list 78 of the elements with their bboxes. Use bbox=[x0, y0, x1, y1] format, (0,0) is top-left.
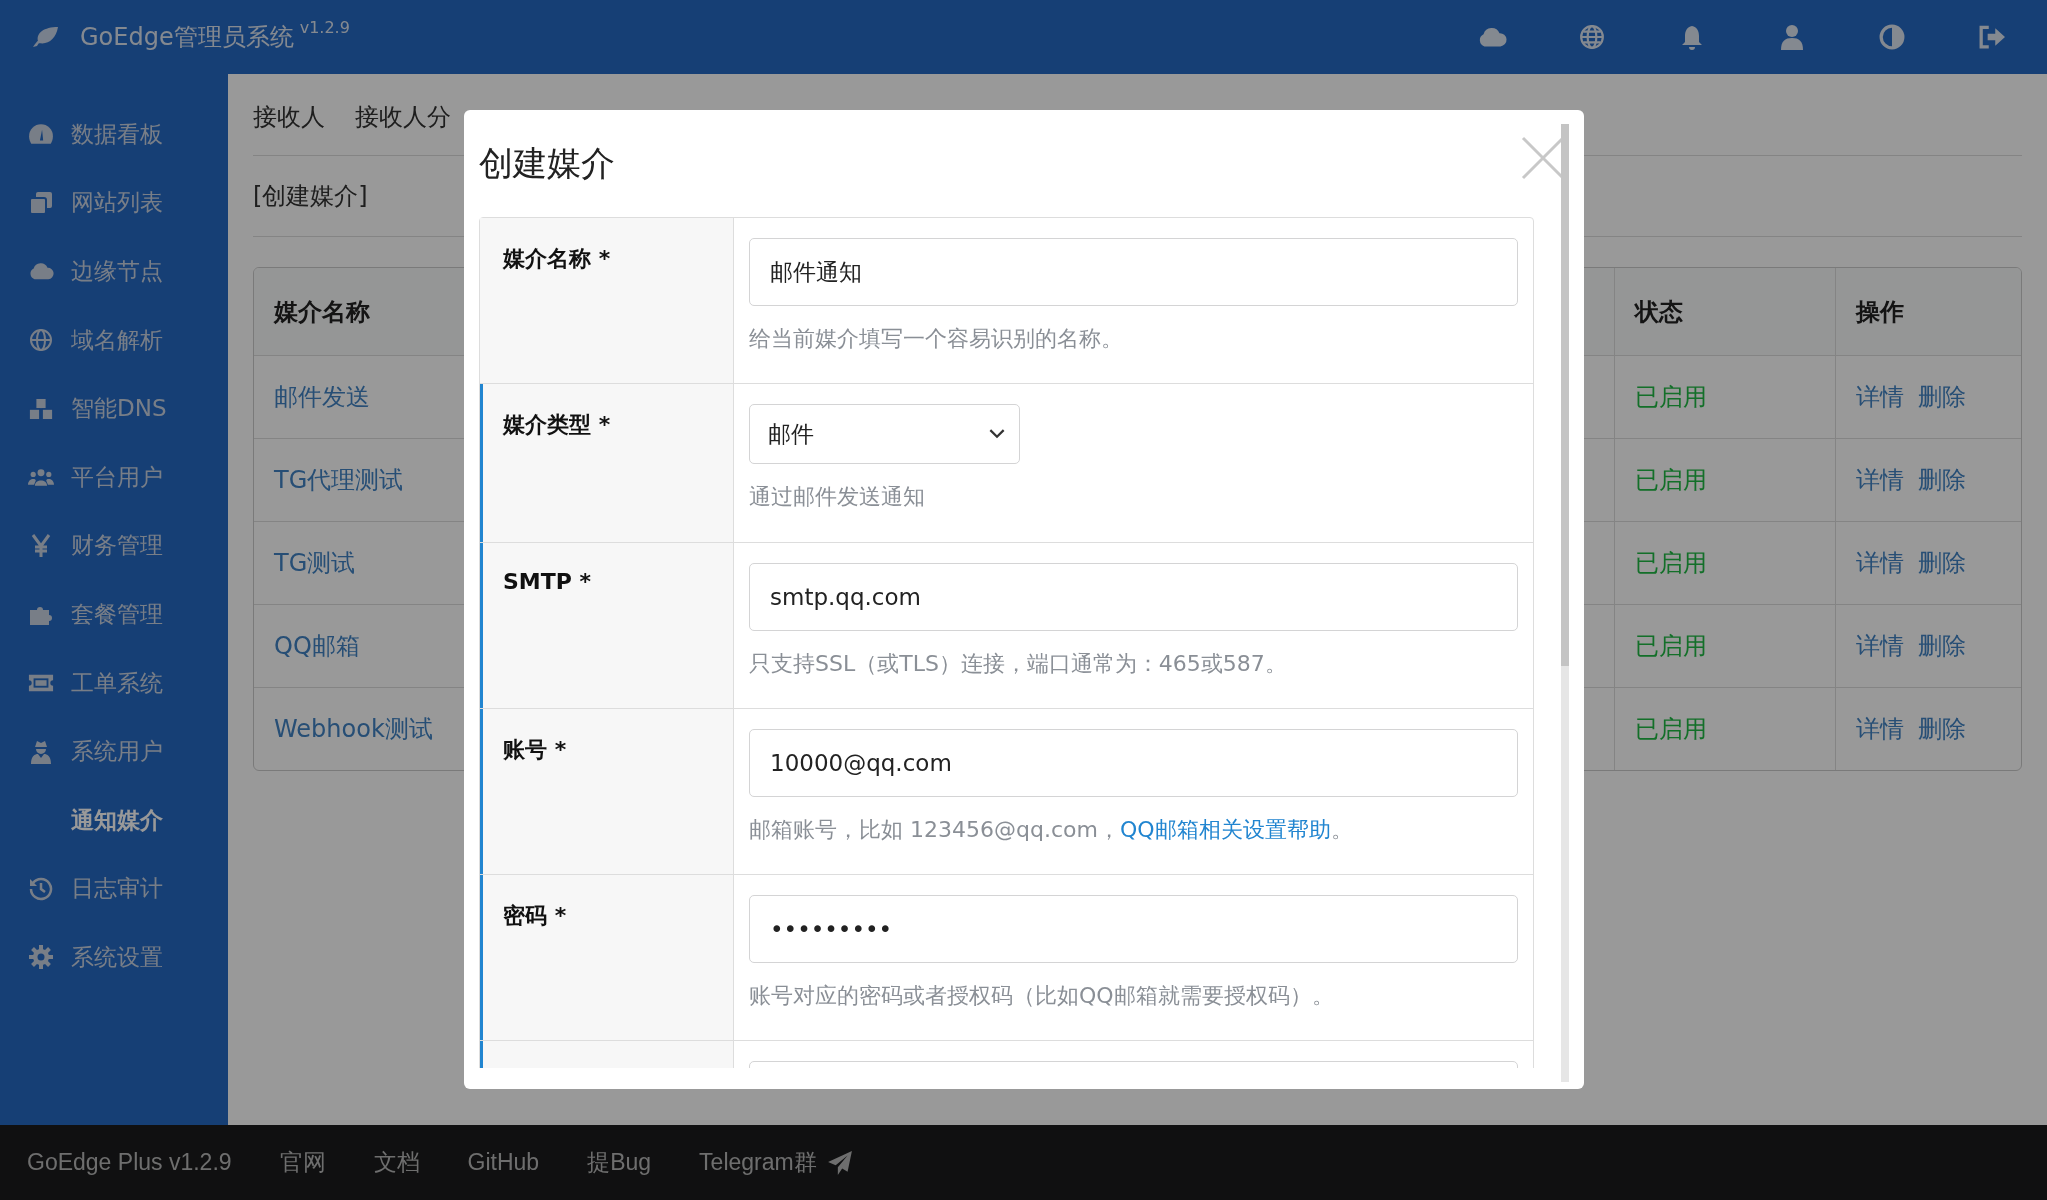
sidebar-item[interactable]: 系统设置 bbox=[0, 923, 228, 992]
sidebar-item[interactable]: 域名解析 bbox=[0, 305, 228, 375]
footer-link[interactable]: GitHub bbox=[467, 1149, 540, 1176]
version-label: v1.2.9 bbox=[299, 18, 350, 37]
footer-link[interactable]: 提Bug bbox=[587, 1147, 652, 1178]
field-label: SMTP * bbox=[480, 543, 734, 708]
gauge-icon bbox=[28, 122, 54, 147]
globe-icon bbox=[28, 328, 54, 353]
status-text: 已启用 bbox=[1635, 382, 1707, 413]
sidebar-item[interactable]: 边缘节点 bbox=[0, 237, 228, 306]
action-link[interactable]: 详情 bbox=[1856, 464, 1904, 496]
app-title[interactable]: GoEdge管理员系统 bbox=[80, 21, 294, 53]
chevron-icon bbox=[989, 429, 1005, 439]
action-link[interactable]: 详情 bbox=[1856, 547, 1904, 579]
help-text: 账号对应的密码或者授权码（比如QQ邮箱就需要授权码）。 bbox=[749, 982, 1335, 1010]
status-text: 已启用 bbox=[1635, 631, 1707, 662]
sidebar-item[interactable]: 系统用户 bbox=[0, 717, 228, 786]
contrast-icon[interactable] bbox=[1877, 24, 1907, 50]
help-text: 只支持SSL（或TLS）连接，端口通常为：465或587。 bbox=[749, 650, 1288, 678]
field-label: 媒介名称 * bbox=[480, 218, 734, 383]
help-link[interactable]: QQ邮箱相关设置帮助 bbox=[1119, 817, 1331, 842]
help-text: 给当前媒介填写一个容易识别的名称。 bbox=[749, 325, 1124, 353]
help-text: 邮箱账号，比如 123456@qq.com，QQ邮箱相关设置帮助。 bbox=[749, 816, 1354, 844]
modal-title: 创建媒介 bbox=[479, 141, 615, 185]
sidebar-item[interactable]: 网站列表 bbox=[0, 168, 228, 238]
status-text: 已启用 bbox=[1635, 548, 1707, 579]
sidebar-item[interactable]: 日志审计 bbox=[0, 854, 228, 924]
sidebar-item[interactable]: 数据看板 bbox=[0, 100, 228, 169]
sidebar-item[interactable]: 平台用户 bbox=[0, 442, 228, 512]
status-text: 已启用 bbox=[1635, 465, 1707, 496]
tab[interactable]: 接收人分 bbox=[355, 100, 451, 133]
input-field[interactable]: ••••••••• bbox=[749, 895, 1518, 963]
leaf-icon bbox=[30, 25, 60, 49]
footer-link[interactable]: GoEdge Plus v1.2.9 bbox=[27, 1149, 232, 1176]
action-link[interactable]: 删除 bbox=[1918, 381, 1966, 413]
sidebar-item[interactable]: 智能DNS bbox=[0, 374, 228, 443]
input-field[interactable]: 10000@qq.com bbox=[749, 729, 1518, 797]
paper-plane-icon[interactable] bbox=[826, 1149, 853, 1176]
footer-link[interactable]: Telegram群 bbox=[699, 1147, 817, 1178]
column-header: 状态 bbox=[1614, 268, 1835, 355]
action-link[interactable]: 删除 bbox=[1918, 464, 1966, 496]
media-name-link[interactable]: TG代理测试 bbox=[274, 464, 404, 496]
sidebar-item[interactable]: 工单系统 bbox=[0, 648, 228, 718]
copy-icon bbox=[28, 190, 54, 215]
help-text: 通过邮件发送通知 bbox=[749, 483, 926, 511]
action-link[interactable]: 删除 bbox=[1918, 630, 1966, 662]
scrollbar[interactable] bbox=[1561, 124, 1569, 1082]
action-link[interactable]: 详情 bbox=[1856, 381, 1904, 413]
history-icon bbox=[28, 876, 54, 901]
footer-link[interactable]: 官网 bbox=[279, 1147, 326, 1178]
create-link[interactable]: [创建媒介] bbox=[253, 180, 368, 212]
footer-link[interactable]: 文档 bbox=[373, 1147, 420, 1178]
agent-icon bbox=[28, 739, 54, 764]
column-header: 操作 bbox=[1835, 268, 2021, 355]
status-text: 已启用 bbox=[1635, 714, 1707, 745]
globe-icon[interactable] bbox=[1577, 24, 1607, 50]
tab[interactable]: 接收人 bbox=[253, 100, 325, 133]
action-link[interactable]: 详情 bbox=[1856, 713, 1904, 745]
column-header: 媒介名称 bbox=[272, 296, 371, 328]
action-link[interactable]: 详情 bbox=[1856, 630, 1904, 662]
logout-icon[interactable] bbox=[1977, 24, 2007, 50]
field-label: 账号 * bbox=[480, 709, 734, 874]
sidebar-item[interactable]: 套餐管理 bbox=[0, 580, 228, 649]
sidebar-item[interactable]: 通知媒介 bbox=[0, 785, 228, 855]
media-name-link[interactable]: TG测试 bbox=[274, 547, 356, 579]
media-name-link[interactable]: QQ邮箱 bbox=[274, 630, 360, 662]
action-link[interactable]: 删除 bbox=[1918, 547, 1966, 579]
field-label: 媒介类型 * bbox=[480, 384, 734, 542]
media-name-link[interactable]: Webhook测试 bbox=[274, 713, 433, 745]
input-field[interactable]: smtp.qq.com bbox=[749, 563, 1518, 631]
settings-icon bbox=[28, 945, 54, 970]
field-label: 密码 * bbox=[480, 875, 734, 1040]
type-dropdown[interactable]: 邮件 bbox=[749, 404, 1020, 464]
action-link[interactable]: 删除 bbox=[1918, 713, 1966, 745]
sidebar-item[interactable]: 财务管理 bbox=[0, 511, 228, 581]
media-name-link[interactable]: 邮件发送 bbox=[274, 381, 370, 413]
input-field[interactable]: 邮件通知 bbox=[749, 238, 1518, 306]
cubes-icon bbox=[28, 396, 54, 421]
